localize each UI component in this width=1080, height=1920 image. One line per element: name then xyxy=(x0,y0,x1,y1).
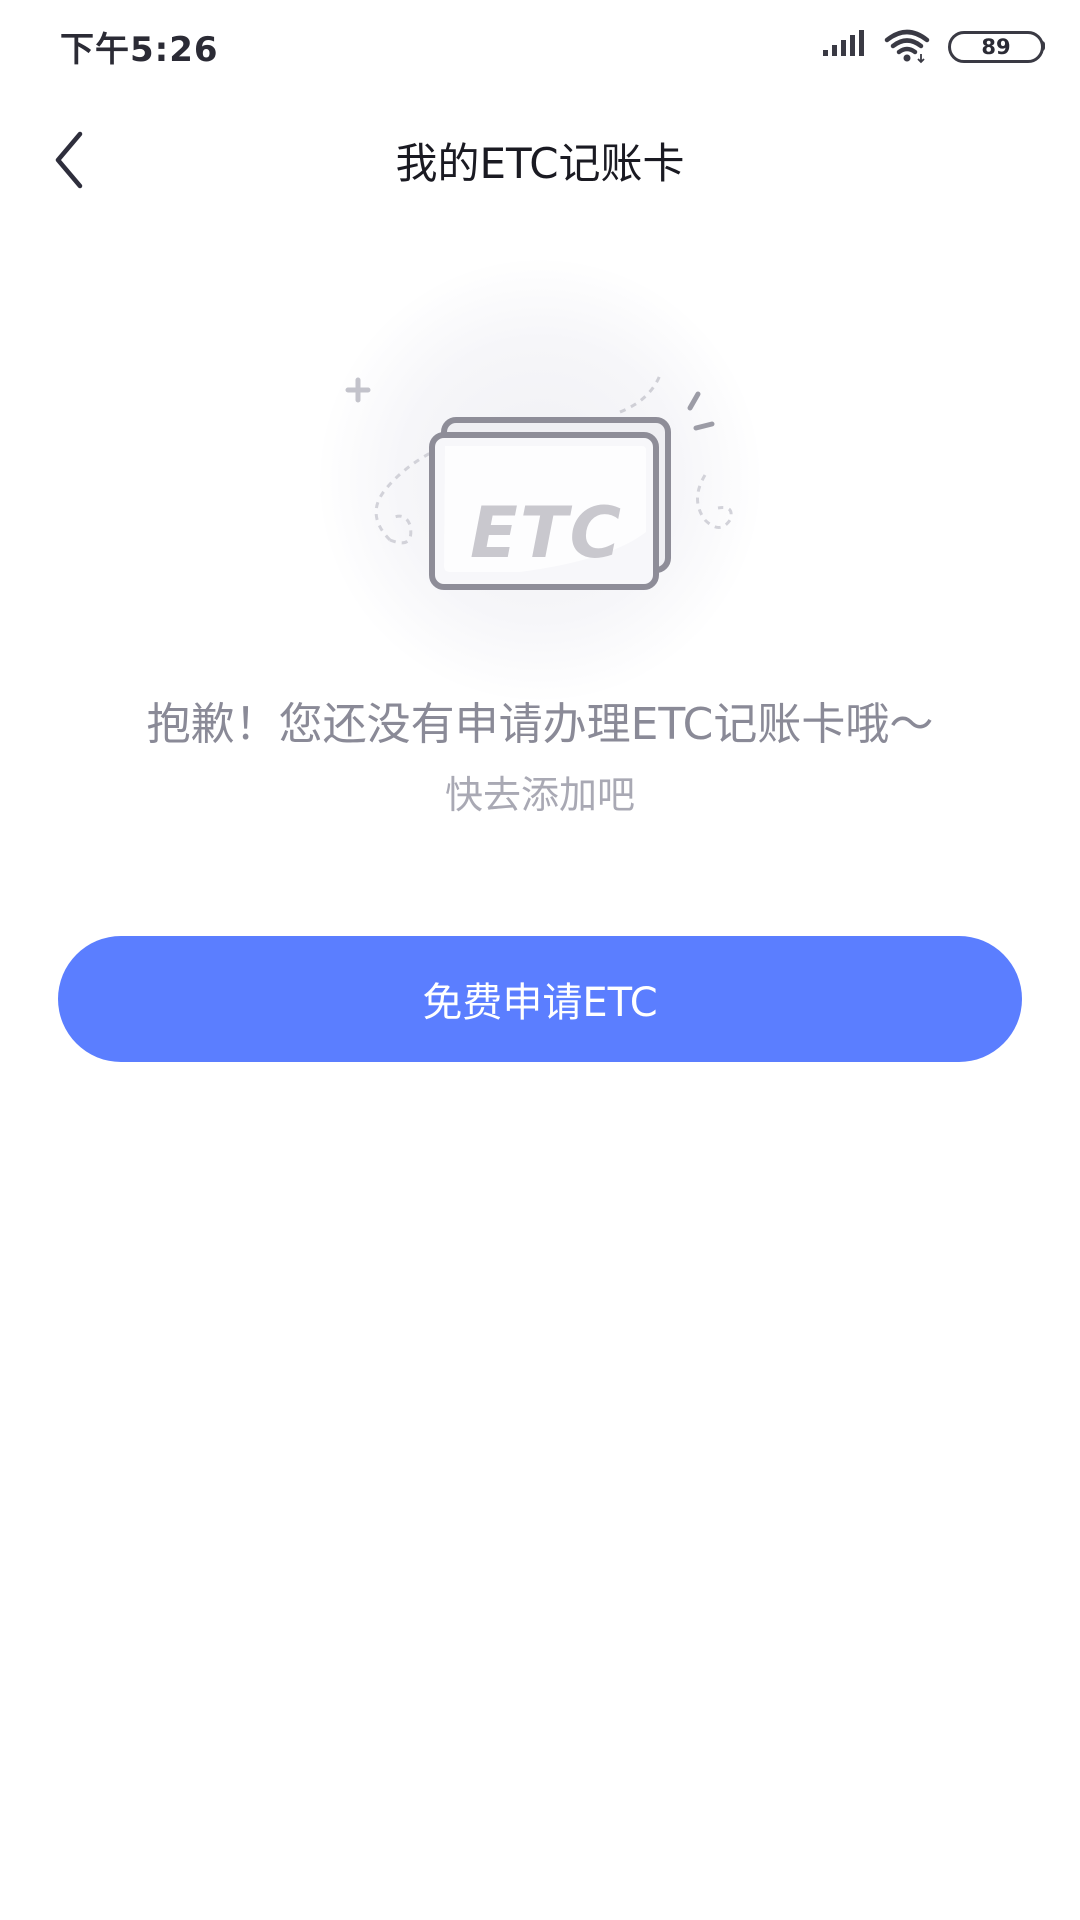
status-time: 下午5:26 xyxy=(60,30,219,70)
status-bar: 下午5:26 89 xyxy=(0,0,1080,90)
empty-state-illustration: ETC xyxy=(310,250,770,710)
nav-bar: 我的ETC记账卡 xyxy=(0,100,1080,220)
empty-state-hint: 快去添加吧 xyxy=(444,773,635,817)
status-icons: 89 xyxy=(822,26,1045,66)
battery-level: 89 xyxy=(981,35,1011,59)
apply-etc-button[interactable]: 免费申请ETC xyxy=(58,936,1022,1062)
wifi-icon xyxy=(884,29,930,64)
signal-icon xyxy=(823,30,864,56)
battery-icon: 89 xyxy=(948,29,1045,63)
etc-card-label: ETC xyxy=(470,492,623,574)
page-title: 我的ETC记账卡 xyxy=(395,139,685,188)
etc-card-icon xyxy=(345,374,733,590)
apply-etc-button-label: 免费申请ETC xyxy=(422,980,658,1026)
empty-state-message: 抱歉！您还没有申请办理ETC记账卡哦～ xyxy=(146,699,934,750)
